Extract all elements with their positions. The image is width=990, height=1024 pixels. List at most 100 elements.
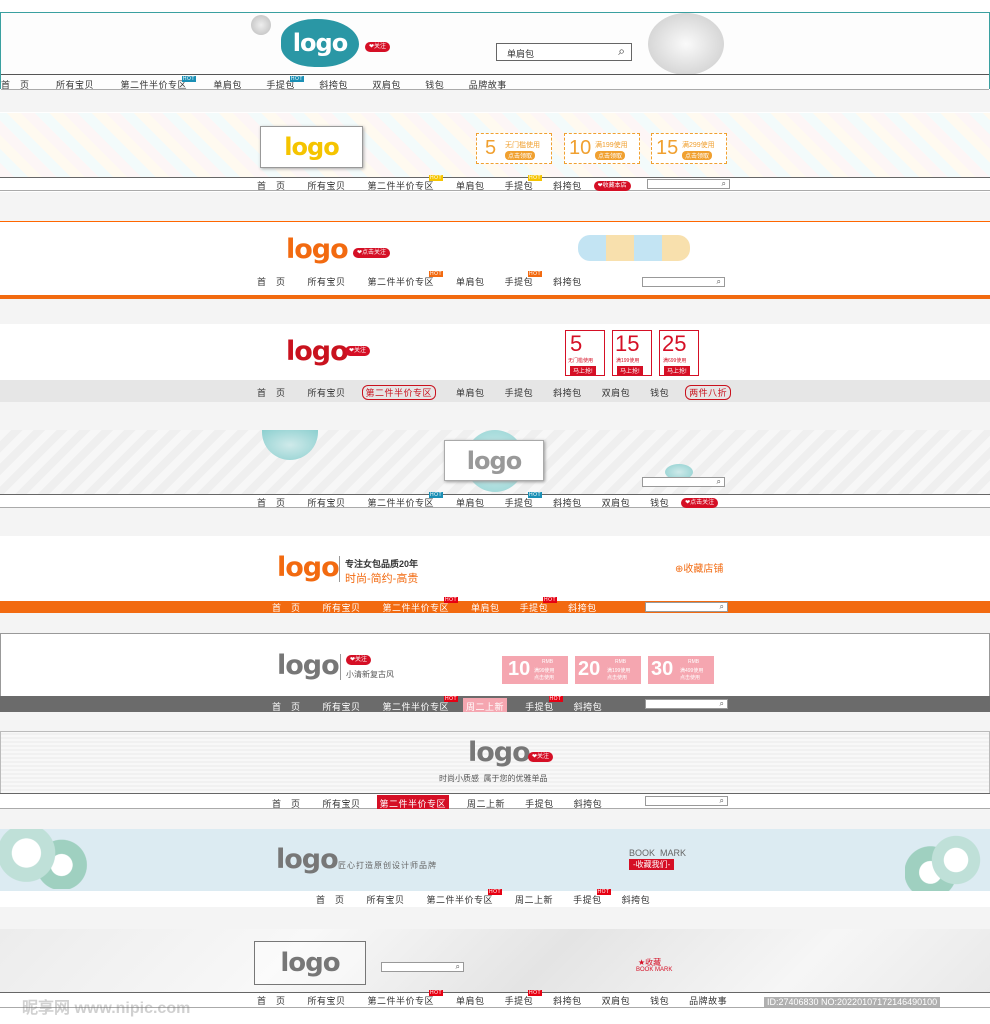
hot-badge: HOT [528,175,543,181]
nav-item[interactable]: 第二件半价专区 HOT [427,889,503,906]
nav-item[interactable]: 所有宝贝 [308,386,346,399]
nav-item[interactable]: 第二件半价专区 HOT [120,76,196,90]
coupon-amount: 15 [656,137,679,159]
nav-item[interactable]: 所有宝贝 [308,275,346,288]
search-input[interactable]: ⌕ [642,277,725,287]
coupon-line1: 满699使用 [663,358,687,364]
nav-item[interactable]: 单肩包 [456,994,485,1007]
nav-item[interactable]: 所有宝贝 [308,994,346,1007]
nav-item[interactable]: 第二件半价专区 HOT [368,175,444,192]
logo-box[interactable]: logo [260,126,363,168]
nav-item[interactable]: 钱包 [650,994,669,1007]
nav-item[interactable]: 首 页 [257,386,286,399]
coupon-2[interactable]: 10 满199使用 点击领取 [564,133,640,164]
logo[interactable]: logo [286,336,349,367]
search-input[interactable]: ⌕ [645,699,728,709]
coupon-2[interactable]: 20 RMB 满199使用 点击使用 [575,656,641,684]
nav-item[interactable]: 首 页 [257,994,286,1007]
nav-item[interactable]: 第二件半价专区 [361,385,437,400]
coupon-1[interactable]: 5 无门槛使用 马上抢! [565,330,605,376]
coupon-3[interactable]: 15 满299使用 点击领取 [651,133,727,164]
hot-badge: HOT [428,175,444,181]
search-icon[interactable]: ⌕ [456,962,460,972]
coupon-unit: RMB [688,659,700,665]
search-icon[interactable]: ⌕ [720,796,724,806]
nav-item[interactable]: 品牌故事 [469,80,507,90]
nav-item[interactable]: 单肩包 [456,179,485,192]
nav-item[interactable]: 首 页 [1,80,30,90]
nav-item[interactable]: 斜挎包 [553,386,582,399]
nav-item[interactable]: 所有宝贝 [308,179,346,192]
coupon-2[interactable]: 15 满199使用 马上抢! [612,330,652,376]
nav-item[interactable]: 手提包 HOT [266,76,304,90]
search-icon[interactable]: ⌕ [720,602,724,612]
logo[interactable]: logo [276,844,339,875]
logo-box[interactable]: logo [444,440,544,481]
search-icon[interactable]: ⌕ [618,44,625,59]
nav-item[interactable]: 双肩包 [602,994,631,1007]
logo[interactable]: logo [468,737,531,768]
nav-item[interactable]: 双肩包 [372,80,401,90]
nav-items: 首 页 所有宝贝 第二件半价专区 HOT 单肩包 手提包 HOT 斜挎包 双肩包 钱… [257,990,727,1007]
nav-item[interactable]: 手提包 [505,386,534,399]
coupon-amount: 20 [578,658,601,680]
nav-item[interactable]: 手提包 HOT [505,990,543,1007]
collect-button[interactable]: ⊕收藏店铺 [675,560,723,575]
nav-item[interactable]: 手提包 HOT [505,175,543,192]
collect-button[interactable]: -收藏我们- [629,859,675,870]
logo[interactable]: logo [277,650,340,681]
nav-item[interactable]: 所有宝贝 [56,80,94,90]
nav-item[interactable]: 首 页 [257,179,286,192]
search-input[interactable]: ⌕ [381,962,464,972]
coupon-3[interactable]: 30 RMB 满499使用 点击使用 [648,656,714,684]
coupon-1[interactable]: 5 无门槛使用 点击领取 [476,133,552,164]
follow-button[interactable]: ❤ 关注 [528,752,554,762]
search-input[interactable]: 单肩包 ⌕ [496,43,632,61]
coupon-line2: 马上抢! [664,366,690,375]
nav-item[interactable]: 所有宝贝 [367,893,405,906]
nav-item[interactable]: 手提包 HOT [573,889,611,906]
nav-item[interactable]: 双肩包 [602,386,631,399]
search-icon[interactable]: ⌕ [722,179,726,189]
logo-box[interactable]: logo [254,941,366,985]
search-input[interactable]: ⌕ [645,796,728,806]
nav-item[interactable]: 单肩包 [456,386,485,399]
nav-item[interactable]: 斜挎包 [553,275,582,288]
nav-item[interactable]: 品牌故事 [689,994,727,1007]
search-input[interactable]: ⌕ [645,602,728,612]
search-icon[interactable]: ⌕ [717,277,721,287]
nav-item[interactable]: 斜挎包 [319,80,348,90]
logo[interactable]: logo [277,552,340,583]
nav-item[interactable]: 首 页 [257,275,286,288]
follow-button[interactable]: ❤ 点击关注 [681,497,719,508]
nav-item[interactable]: 单肩包 [456,275,485,288]
nav-item[interactable]: 钱包 [650,386,669,399]
logo: logo [284,133,339,161]
nav-item[interactable]: 第二件半价专区 HOT [368,271,444,288]
nav-item[interactable]: 钱包 [425,80,444,90]
nav-item[interactable]: 斜挎包 [622,893,651,906]
search-icon[interactable]: ⌕ [717,477,721,487]
logo-splash[interactable]: logo [281,19,359,67]
nav-item[interactable]: 首 页 [316,893,345,906]
nav-item[interactable]: 两件八折 [685,385,732,400]
nav-item[interactable]: 手提包 HOT [505,271,543,288]
logo[interactable]: logo [286,234,349,265]
nav-item[interactable]: 第二件半价专区 HOT [368,990,444,1007]
slogan-2: 时尚-简约-高贵 [345,573,419,585]
coupon-3[interactable]: 25 满699使用 马上抢! [659,330,699,376]
nav-item[interactable]: 斜挎包 [553,994,582,1007]
nav-item[interactable]: 斜挎包 [553,179,582,192]
search-icon[interactable]: ⌕ [720,699,724,709]
follow-button[interactable]: ❤ 点击关注 [353,248,391,258]
follow-button[interactable]: ❤ 关注 [345,346,371,356]
nav-item[interactable]: 单肩包 [213,80,242,90]
hot-badge: HOT [289,76,304,82]
coupon-1[interactable]: 10 RMB 满99使用 点击使用 [502,656,568,684]
search-input[interactable]: ⌕ [642,477,725,487]
follow-button[interactable]: ❤ 关注 [346,655,372,665]
search-input[interactable]: ⌕ [647,179,730,189]
nav-item[interactable]: 周二上新 [515,893,553,906]
follow-button[interactable]: ❤ 关注 [365,42,391,52]
collect-button[interactable]: ❤ 收藏本店 [593,180,631,191]
